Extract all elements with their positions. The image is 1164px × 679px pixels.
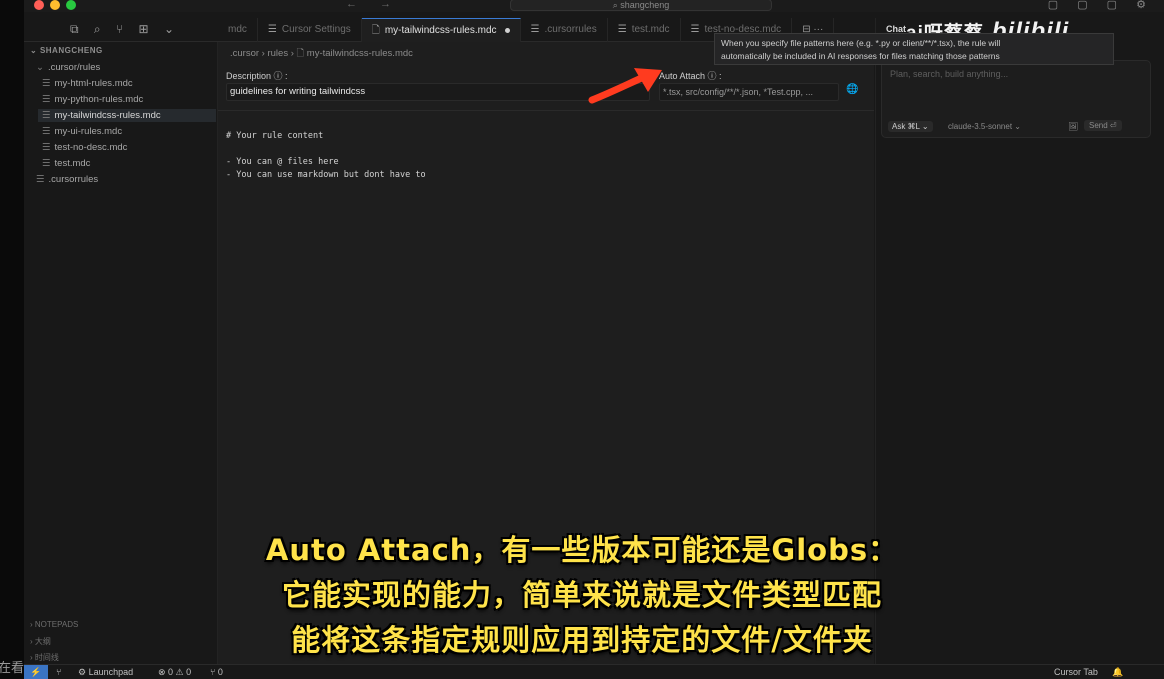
title-bar: ← → ⌕ shangcheng ▢ ▢ ▢ ⚙ xyxy=(24,0,1164,12)
status-bar: ⚡ ⑂ ⚙ Launchpad ⊗ 0 ⚠ 0 ⑂ 0 Cursor Tab 🔔 xyxy=(24,664,1164,679)
explorer-icon[interactable]: ⧉ xyxy=(70,22,79,36)
source-control-icon[interactable]: ⑂ xyxy=(116,22,123,36)
file-test[interactable]: ☰ test.mdc xyxy=(42,158,90,169)
file-lines-icon: ☰ xyxy=(36,174,45,185)
file-lines-icon: ☰ xyxy=(42,142,51,153)
subtitle-line: 它能实现的能力，简单来说就是文件类型匹配 xyxy=(281,578,882,612)
chat-input[interactable]: Plan, search, build anything... xyxy=(890,69,1008,79)
left-edge-text: 在看 xyxy=(0,660,25,675)
nav-arrows[interactable]: ← → xyxy=(346,0,401,10)
activity-icons: ⧉ ⌕ ⑂ ⊞ ⌄ xyxy=(70,22,186,37)
file-my-html-rules[interactable]: ☰ my-html-rules.mdc xyxy=(42,78,133,89)
red-arrow-annotation xyxy=(588,68,662,104)
file-lines-icon: ☰ xyxy=(530,24,540,35)
layout-icons[interactable]: ▢ ▢ ▢ ⚙ xyxy=(1048,0,1154,11)
tab-cursor-settings[interactable]: ☰ Cursor Settings xyxy=(258,18,362,42)
unsaved-dot-icon[interactable] xyxy=(504,27,510,33)
subtitle-line: 能将这条指定规则应用到持定的文件/文件夹 xyxy=(291,623,873,657)
send-button[interactable]: Send ⏎ xyxy=(1084,120,1122,131)
file-my-python-rules[interactable]: ☰ my-python-rules.mdc xyxy=(42,94,143,105)
file-lines-icon: ☰ xyxy=(42,158,51,169)
explorer-sidebar: ⌄ SHANGCHENG ⌄ .cursor/rules ☰ my-html-rul… xyxy=(24,42,218,664)
code-line[interactable]: - You can @ files here xyxy=(226,157,339,167)
editor-pane: .cursor › rules › 🗋 my-tailwindcss-rules… xyxy=(218,42,874,664)
file-lines-icon: ☰ xyxy=(617,24,627,35)
chat-mode-dropdown[interactable]: Ask ⌘L ⌄ xyxy=(888,121,933,132)
editor-divider xyxy=(218,110,874,111)
ports-indicator[interactable]: ⑂ 0 xyxy=(210,667,223,677)
image-icon[interactable]: 🖼 xyxy=(1068,122,1078,131)
branch-icon[interactable]: ⑂ xyxy=(56,667,61,677)
auto-attach-input[interactable]: *.tsx, src/config/**/*.json, *Test.cpp, … xyxy=(659,83,839,101)
subtitle-line: Auto Attach，有一些版本可能还是Globs： xyxy=(265,533,899,567)
file-lines-icon: ☰ xyxy=(42,110,51,121)
file-lines-icon: ☰ xyxy=(690,24,700,35)
search-panel-icon[interactable]: ⌕ xyxy=(94,22,101,36)
description-label: Description ⓘ : xyxy=(226,71,288,81)
file-lines-icon: ☰ xyxy=(42,94,51,105)
file-lines-icon: ☰ xyxy=(42,78,51,89)
chevron-down-icon: ⌄ xyxy=(36,62,44,73)
maximize-window-button[interactable] xyxy=(66,0,76,10)
chat-input-box[interactable]: Plan, search, build anything... Ask ⌘L ⌄… xyxy=(881,60,1151,138)
chevron-down-icon[interactable]: ⌄ xyxy=(164,22,174,36)
workspace-title[interactable]: ⌄ SHANGCHENG xyxy=(30,46,103,55)
model-dropdown[interactable]: claude-3.5-sonnet ⌄ xyxy=(948,122,1021,131)
auto-attach-tooltip: When you specify file patterns here (e.g… xyxy=(714,33,1114,65)
file-my-ui-rules[interactable]: ☰ my-ui-rules.mdc xyxy=(42,126,122,137)
file-icon: 🗋 xyxy=(371,25,380,36)
auto-attach-label[interactable]: Auto Attach ⓘ : xyxy=(659,69,722,82)
tab-mdc[interactable]: mdc xyxy=(218,18,258,42)
file-my-tailwindcss-rules[interactable]: ☰ my-tailwindcss-rules.mdc xyxy=(38,109,216,122)
file-cursorrules[interactable]: ☰ .cursorrules xyxy=(36,174,98,185)
breadcrumb[interactable]: .cursor › rules › 🗋 my-tailwindcss-rules… xyxy=(230,46,413,62)
cursor-tab-status[interactable]: Cursor Tab xyxy=(1054,667,1098,677)
code-line[interactable]: - You can use markdown but dont have to xyxy=(226,170,426,180)
settings-file-icon: ☰ xyxy=(267,24,277,35)
extensions-icon[interactable]: ⊞ xyxy=(139,22,149,36)
remote-button[interactable]: ⚡ xyxy=(24,665,48,679)
tab-cursorrules[interactable]: ☰ .cursorrules xyxy=(521,18,608,42)
tab-test-mdc[interactable]: ☰ test.mdc xyxy=(608,18,681,42)
chevron-down-icon: ⌄ xyxy=(30,46,40,55)
problems-indicator[interactable]: ⊗ 0 ⚠ 0 xyxy=(158,667,191,678)
close-window-button[interactable] xyxy=(34,0,44,10)
code-line[interactable]: # Your rule content xyxy=(226,131,323,141)
search-text: shangcheng xyxy=(620,0,670,10)
launchpad-button[interactable]: ⚙ Launchpad xyxy=(78,667,133,678)
tab-my-tailwindcss-rules[interactable]: 🗋 my-tailwindcss-rules.mdc xyxy=(361,18,521,42)
folder-cursor-rules[interactable]: ⌄ .cursor/rules xyxy=(36,62,100,73)
file-test-no-desc[interactable]: ☰ test-no-desc.mdc xyxy=(42,142,127,153)
globe-icon[interactable]: 🌐 xyxy=(846,84,858,95)
file-lines-icon: ☰ xyxy=(42,126,51,137)
command-search-bar[interactable]: ⌕ shangcheng xyxy=(510,0,772,11)
bell-icon[interactable]: 🔔 xyxy=(1112,667,1123,678)
minimize-window-button[interactable] xyxy=(50,0,60,10)
